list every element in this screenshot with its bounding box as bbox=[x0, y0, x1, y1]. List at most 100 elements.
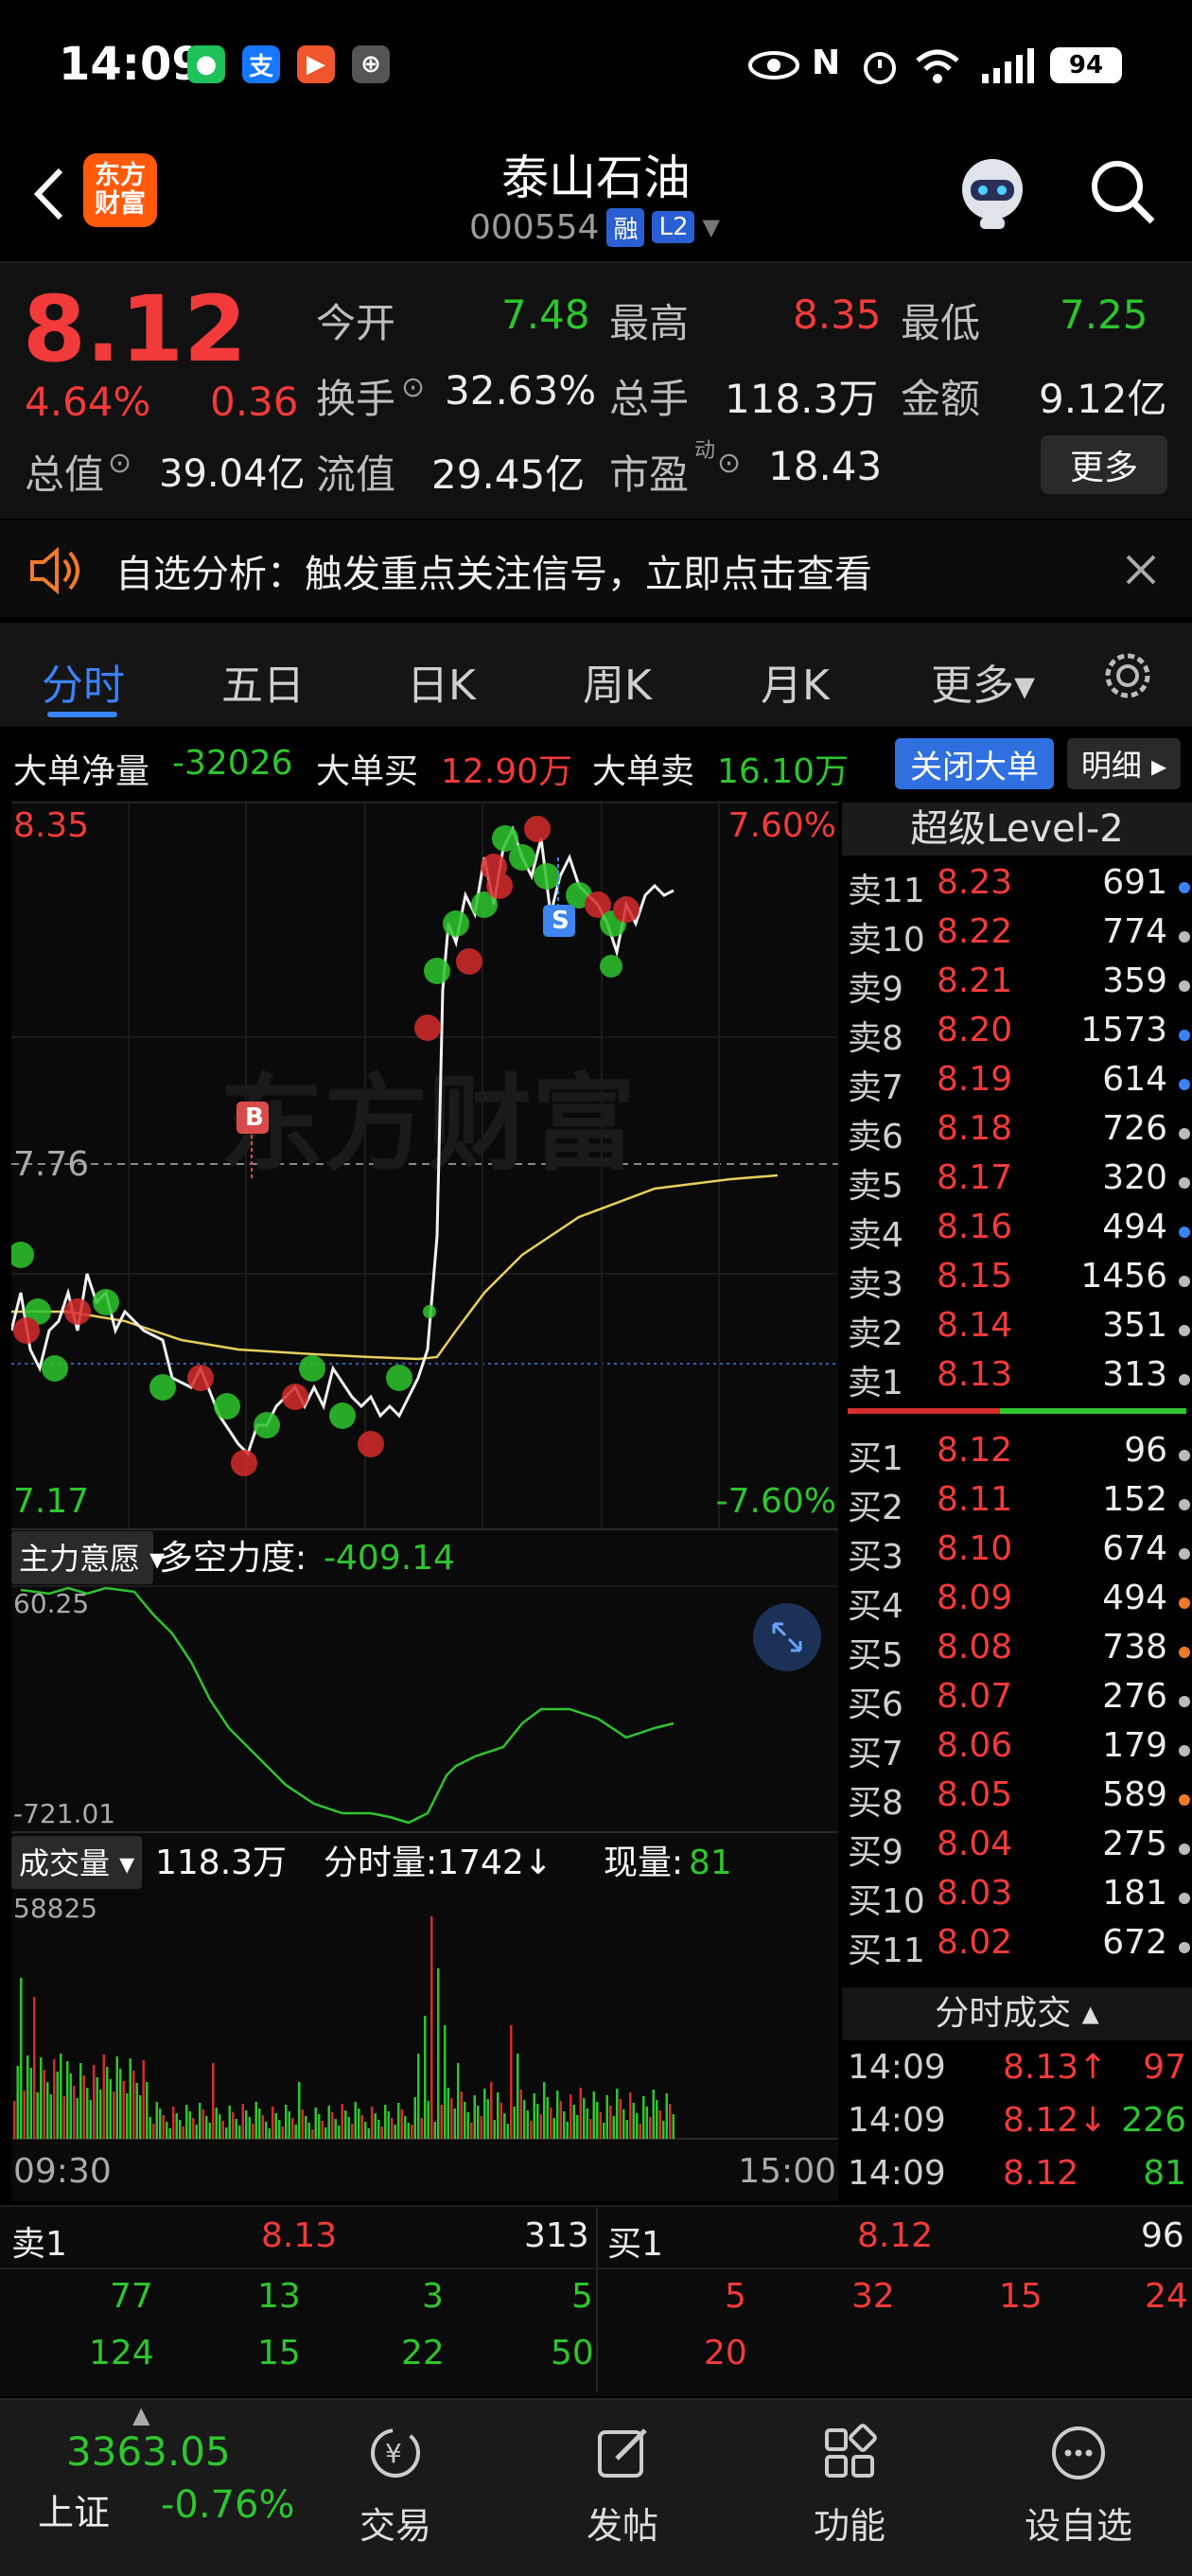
info-icon[interactable]: ⊙ bbox=[108, 447, 131, 480]
search-button[interactable] bbox=[1086, 155, 1158, 227]
ask-level-label: 卖10 bbox=[848, 921, 925, 960]
volume-bar bbox=[552, 2118, 555, 2139]
nav-add-watchlist[interactable]: 设自选 bbox=[1003, 2423, 1154, 2549]
volume-bar bbox=[649, 2117, 652, 2139]
order-flag-dot bbox=[1179, 1177, 1190, 1189]
nav-compose[interactable]: 发帖 bbox=[547, 2423, 698, 2549]
bid-price: 8.07 bbox=[937, 1677, 1013, 1716]
bid-row[interactable]: 买5 8.08 738 bbox=[842, 1628, 1192, 1677]
tab-more[interactable]: 更多▾ bbox=[931, 651, 1035, 712]
trade-time: 14:09 bbox=[848, 2048, 946, 2087]
volume-selector[interactable]: 成交量 ▾ bbox=[19, 1845, 134, 1881]
ask-row[interactable]: 卖5 8.17 320 bbox=[842, 1158, 1192, 1208]
volume-bar bbox=[622, 2109, 625, 2139]
close-big-orders-button[interactable]: 关闭大单 bbox=[895, 738, 1054, 789]
volume-bar bbox=[338, 2126, 341, 2139]
volume-bar bbox=[530, 2121, 533, 2139]
nav-trade[interactable]: ¥ 交易 bbox=[320, 2423, 471, 2549]
volume-bar bbox=[69, 2073, 72, 2139]
volume-bar bbox=[205, 2116, 208, 2139]
info-icon[interactable]: ⊙ bbox=[401, 371, 425, 404]
volume-bar bbox=[232, 2112, 235, 2139]
robot-assistant-icon[interactable] bbox=[952, 151, 1033, 233]
bid-row[interactable]: 买9 8.04 275 bbox=[842, 1825, 1192, 1874]
volume-total: 118.3万 bbox=[155, 1844, 287, 1882]
trade-time: 14:09 bbox=[848, 2154, 946, 2193]
volume-bar bbox=[566, 2122, 569, 2139]
volume-bar bbox=[510, 2025, 513, 2139]
volume-bar bbox=[576, 2115, 579, 2139]
wechat-icon: ● bbox=[187, 45, 225, 83]
ask-price: 8.19 bbox=[937, 1060, 1013, 1099]
volume-bar bbox=[126, 2093, 129, 2139]
bid-row[interactable]: 买1 8.12 96 bbox=[842, 1431, 1192, 1480]
tab-weekly-k[interactable]: 周K bbox=[583, 651, 652, 712]
volume-bar bbox=[394, 2125, 396, 2139]
info-icon[interactable]: ⊙ bbox=[717, 447, 741, 480]
bid-level-label: 买11 bbox=[848, 1932, 925, 1970]
bid-level-label: 买3 bbox=[848, 1538, 903, 1577]
queue-ask-price: 8.13 bbox=[261, 2216, 338, 2255]
ask-row[interactable]: 卖1 8.13 313 bbox=[842, 1355, 1192, 1404]
ask-volume: 614 bbox=[1102, 1060, 1167, 1099]
tab-five-day[interactable]: 五日 bbox=[221, 651, 305, 712]
volume-bar bbox=[307, 2123, 310, 2139]
bid-row[interactable]: 买10 8.03 181 bbox=[842, 1874, 1192, 1923]
indicator-name: 多空力度: bbox=[159, 1539, 307, 1578]
bid-row[interactable]: 买11 8.02 672 bbox=[842, 1923, 1192, 1972]
bid-row[interactable]: 买4 8.09 494 bbox=[842, 1579, 1192, 1628]
volume-bar bbox=[113, 2091, 115, 2139]
more-button[interactable]: 更多 bbox=[1041, 435, 1167, 494]
functions-icon bbox=[825, 2424, 877, 2478]
ask-row[interactable]: 卖4 8.16 494 bbox=[842, 1208, 1192, 1257]
ask-row[interactable]: 卖10 8.22 774 bbox=[842, 912, 1192, 962]
ask-row[interactable]: 卖7 8.19 614 bbox=[842, 1060, 1192, 1109]
volume-bar bbox=[526, 2110, 529, 2139]
bid-price: 8.10 bbox=[937, 1529, 1013, 1568]
stock-code-row[interactable]: 000554 融 L2 ▼ bbox=[469, 204, 720, 250]
volume-bar bbox=[586, 2108, 588, 2139]
ask-queue-item: 124 bbox=[89, 2334, 154, 2373]
volume-bar bbox=[539, 2114, 542, 2139]
index-change[interactable]: -0.76% bbox=[161, 2483, 295, 2527]
detail-button[interactable]: 明细 ▸ bbox=[1067, 738, 1181, 789]
close-icon[interactable] bbox=[1122, 551, 1160, 589]
volume-bar bbox=[503, 2113, 506, 2139]
ask-row[interactable]: 卖2 8.14 351 bbox=[842, 1306, 1192, 1355]
ask-row[interactable]: 卖8 8.20 1573 bbox=[842, 1011, 1192, 1060]
notice-text[interactable]: 自选分析：触发重点关注信号，立即点击查看 bbox=[115, 543, 872, 598]
tab-monthly-k[interactable]: 月K bbox=[761, 651, 830, 712]
volume-bar bbox=[166, 2122, 168, 2139]
tab-daily-k[interactable]: 日K bbox=[407, 651, 476, 712]
ask-row[interactable]: 卖9 8.21 359 bbox=[842, 962, 1192, 1011]
index-value[interactable]: 3363.05 bbox=[66, 2428, 231, 2475]
intraday-chart[interactable]: 东方财富 B S 8.35 7.60% 7.76 7.17 -7.60% 主力意… bbox=[11, 801, 838, 2201]
open-value: 7.48 bbox=[501, 291, 590, 338]
volume-bar bbox=[202, 2109, 204, 2139]
settings-gear-icon[interactable] bbox=[1101, 649, 1154, 702]
volume-bar bbox=[79, 2063, 82, 2139]
ask-row[interactable]: 卖11 8.23 691 bbox=[842, 863, 1192, 912]
bid-row[interactable]: 买6 8.07 276 bbox=[842, 1677, 1192, 1726]
volume-bar bbox=[583, 2098, 586, 2139]
change-percent: 4.64% bbox=[25, 379, 151, 425]
trades-title[interactable]: 分时成交 ▴ bbox=[842, 1987, 1192, 2040]
trade-price: 8.12 bbox=[1003, 2154, 1079, 2193]
bid-row[interactable]: 买8 8.05 589 bbox=[842, 1775, 1192, 1825]
volume-bar bbox=[334, 2119, 337, 2139]
bid-row[interactable]: 买7 8.06 179 bbox=[842, 1726, 1192, 1775]
bid-queue-item: 32 bbox=[851, 2277, 895, 2316]
nav-functions[interactable]: 功能 bbox=[774, 2423, 925, 2549]
volume-bar bbox=[407, 2123, 410, 2139]
market-cap-label: 总值 bbox=[25, 451, 105, 498]
ask-price: 8.13 bbox=[937, 1355, 1013, 1394]
bid-row[interactable]: 买2 8.11 152 bbox=[842, 1480, 1192, 1529]
big-order-buy-value: 12.90万 bbox=[441, 752, 573, 791]
index-name[interactable]: 上证 bbox=[38, 2483, 110, 2535]
indicator-selector[interactable]: 主力意愿 ▾ bbox=[19, 1541, 165, 1577]
bid-row[interactable]: 买3 8.10 674 bbox=[842, 1529, 1192, 1579]
ask-row[interactable]: 卖6 8.18 726 bbox=[842, 1109, 1192, 1158]
tab-intraday[interactable]: 分时 bbox=[42, 651, 125, 712]
stock-code: 000554 bbox=[469, 207, 600, 247]
ask-row[interactable]: 卖3 8.15 1456 bbox=[842, 1257, 1192, 1306]
